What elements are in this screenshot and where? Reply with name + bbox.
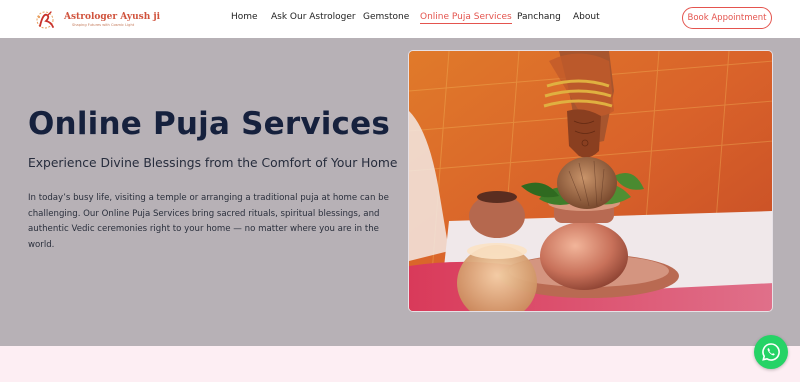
next-section-band	[0, 346, 800, 382]
hero-section: Online Puja Services Experience Divine B…	[0, 38, 800, 346]
page-title: Online Puja Services	[28, 106, 391, 142]
whatsapp-icon	[762, 343, 780, 361]
puja-kalash-photo	[408, 50, 773, 312]
book-appointment-button[interactable]: Book Appointment	[682, 7, 772, 29]
whatsapp-button[interactable]	[754, 335, 788, 369]
brand-tagline: Shaping Futures with Cosmic Light	[72, 22, 135, 27]
nav-gemstone[interactable]: Gemstone	[363, 12, 409, 22]
nav-ask-our-astrologer[interactable]: Ask Our Astrologer	[271, 12, 356, 22]
nav-online-puja-services[interactable]: Online Puja Services	[420, 12, 512, 24]
brand-name: Astrologer Ayush ji	[64, 11, 161, 22]
astro-monogram-icon	[34, 9, 66, 31]
site-logo[interactable]: Astrologer Ayush ji Shaping Futures with…	[34, 9, 160, 31]
hero-description: In today’s busy life, visiting a temple …	[28, 193, 389, 250]
nav-about[interactable]: About	[573, 12, 600, 22]
hero-subtitle: Experience Divine Blessings from the Com…	[28, 156, 398, 170]
nav-panchang[interactable]: Panchang	[517, 12, 561, 22]
nav-home[interactable]: Home	[231, 12, 258, 22]
site-header: Astrologer Ayush ji Shaping Futures with…	[0, 0, 800, 38]
